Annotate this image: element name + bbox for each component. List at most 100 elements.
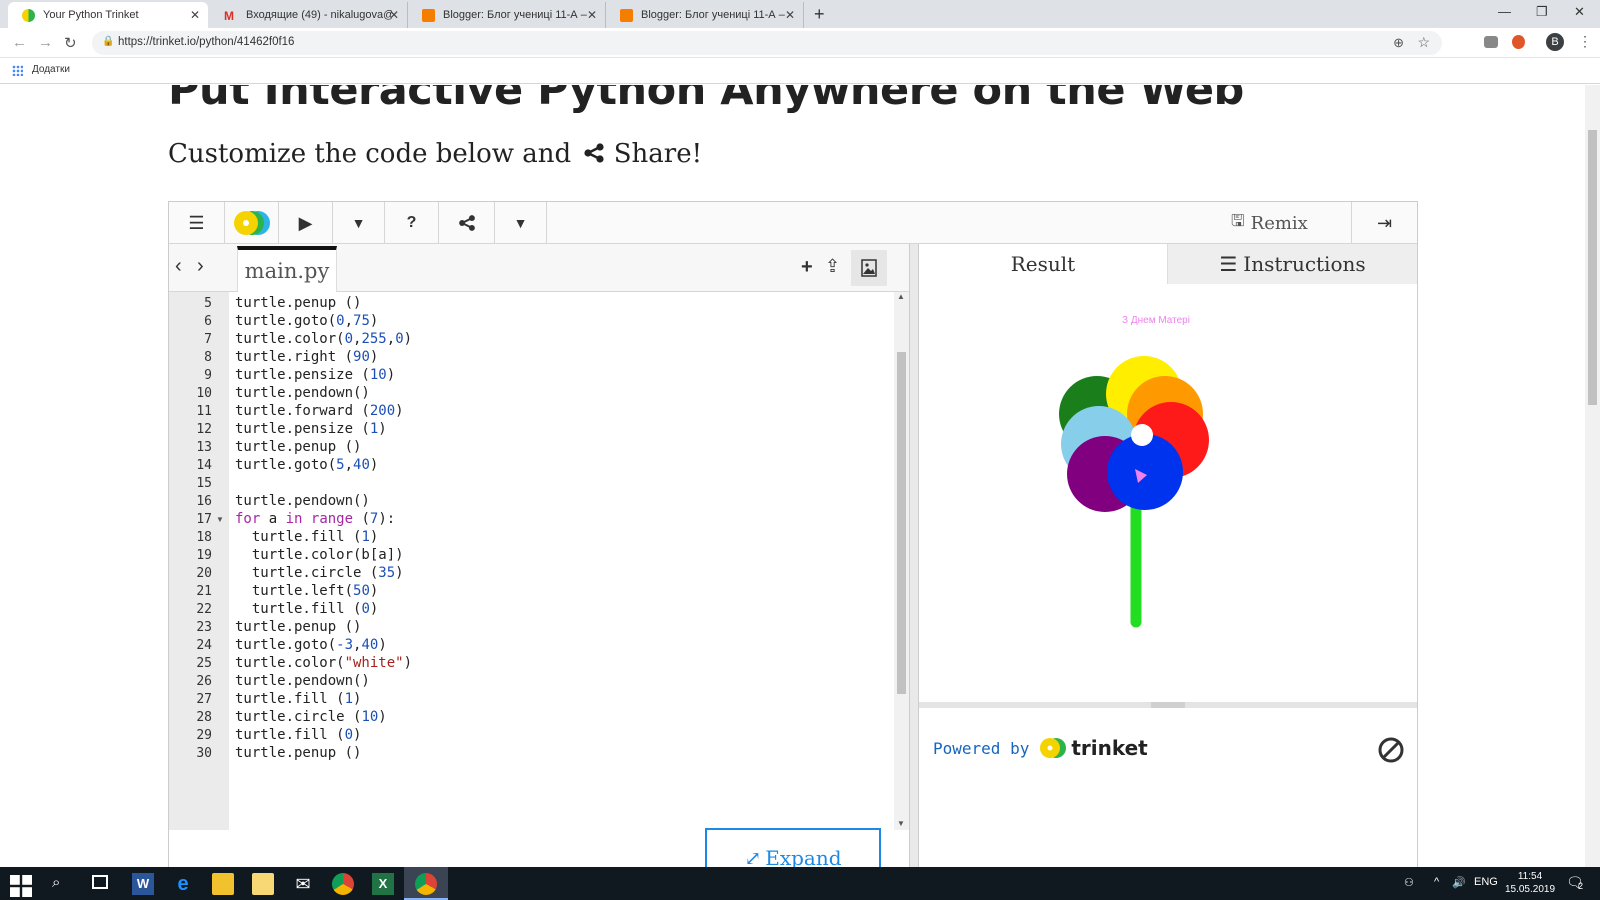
language-indicator[interactable]: ENG <box>1474 876 1498 888</box>
powered-by-trinket-link[interactable]: Powered by trinket <box>933 736 1148 760</box>
trinket-favicon-icon <box>22 8 35 22</box>
prev-file-icon[interactable]: ‹ <box>175 255 182 278</box>
image-library-button[interactable] <box>851 250 887 286</box>
apps-bookmark-label[interactable]: Додатки <box>32 64 70 75</box>
tab-close-icon[interactable]: ✕ <box>190 8 200 22</box>
windows-start-icon[interactable] <box>10 875 32 897</box>
line-number: 10 <box>196 386 212 401</box>
share-button[interactable] <box>439 202 495 244</box>
line-number: 5 <box>204 296 212 311</box>
remix-button[interactable]: 🖫 Remix <box>1231 202 1308 244</box>
clock[interactable]: 11:54 15.05.2019 <box>1504 870 1556 896</box>
bookmark-star-icon[interactable]: ☆ <box>1417 34 1430 51</box>
hamburger-icon: ☰ <box>188 212 205 233</box>
page-subtitle: Customize the code below and Share! <box>168 139 702 169</box>
browser-tab-trinket[interactable]: Your Python Trinket ✕ <box>8 2 208 28</box>
menu-button[interactable]: ☰ <box>169 202 225 244</box>
run-options-dropdown[interactable]: ▼ <box>333 202 385 244</box>
line-number: 8 <box>204 350 212 365</box>
trinket-logo-icon <box>1040 738 1067 758</box>
next-file-icon[interactable]: › <box>197 255 204 278</box>
code-area[interactable]: turtle.penup () turtle.goto(0,75) turtle.c… <box>229 292 894 830</box>
extension-icon[interactable] <box>1484 36 1498 48</box>
excel-icon[interactable]: X <box>372 873 394 895</box>
apps-grid-icon[interactable] <box>12 65 23 76</box>
profile-avatar[interactable]: B <box>1546 33 1564 51</box>
close-window-icon[interactable]: ✕ <box>1574 4 1585 20</box>
login-button[interactable]: ⇥ <box>1351 202 1417 244</box>
word-icon[interactable]: W <box>132 873 154 895</box>
browser-tab-blogger-1[interactable]: Blogger: Блог учениці 11-А – Вс ✕ <box>408 2 606 28</box>
scroll-up-icon[interactable]: ▲ <box>897 292 905 301</box>
edge-icon[interactable]: e <box>172 873 194 895</box>
tab-close-icon[interactable]: ✕ <box>587 8 597 22</box>
help-button[interactable]: ? <box>385 202 439 244</box>
tab-close-icon[interactable]: ✕ <box>785 8 795 22</box>
pane-resize-handle[interactable] <box>909 244 919 867</box>
search-icon[interactable]: ⌕ <box>52 874 60 891</box>
store-icon[interactable] <box>212 873 234 895</box>
code-line: turtle.fill (0) <box>235 601 379 617</box>
canvas-resize-handle[interactable] <box>1151 702 1185 708</box>
volume-icon[interactable]: 🔊 <box>1452 876 1466 889</box>
trinket-brand: trinket <box>1071 736 1148 760</box>
zoom-icon[interactable]: ⊕ <box>1393 35 1404 51</box>
line-number-gutter: 5 6 7 8 9 10 11 12 13 14 15 16 17 ▼ 18 19 20 21 22 23 24 25 26… <box>169 292 229 830</box>
stop-icon[interactable] <box>1377 736 1405 764</box>
editor-scroll-thumb[interactable] <box>897 352 906 694</box>
restore-icon[interactable]: ❐ <box>1536 4 1548 20</box>
upload-icon[interactable]: ⇪ <box>825 256 840 277</box>
tab-instructions[interactable]: ☰ Instructions <box>1167 244 1417 284</box>
code-line: turtle.goto(0,75) <box>235 313 379 329</box>
new-tab-icon[interactable]: + <box>814 4 825 25</box>
chrome-active-taskbar-button[interactable] <box>404 867 448 900</box>
browser-tab-blogger-2[interactable]: Blogger: Блог учениці 11-А – Из ✕ <box>606 2 804 28</box>
reload-icon[interactable]: ↻ <box>64 34 77 52</box>
file-tab-main[interactable]: main.py <box>237 246 337 292</box>
url-text: https://trinket.io/python/41462f0f16 <box>118 36 295 48</box>
address-bar[interactable]: 🔒 https://trinket.io/python/41462f0f16 ⊕… <box>92 31 1442 55</box>
tray-expand-icon[interactable]: ^ <box>1434 876 1439 888</box>
minimize-icon[interactable]: — <box>1498 4 1511 19</box>
turtle-flower-drawing <box>1059 356 1209 628</box>
play-icon: ▶ <box>298 212 313 233</box>
line-number: 9 <box>204 368 212 383</box>
file-explorer-icon[interactable] <box>252 873 274 895</box>
task-view-icon[interactable] <box>92 875 108 889</box>
line-number: 16 <box>196 494 212 509</box>
code-line: turtle.right (90) <box>235 349 379 365</box>
menu-dots-icon[interactable]: ⋮ <box>1578 33 1592 50</box>
powered-by-footer: Powered by trinket <box>919 714 1417 867</box>
line-number: 29 <box>196 728 212 743</box>
fold-toggle-icon[interactable]: ▼ <box>216 515 224 524</box>
browser-tab-gmail[interactable]: M Входящие (49) - nikalugova@gmail.com ✕ <box>210 2 408 28</box>
editor-scrollbar[interactable]: ▲ ▼ <box>894 292 909 830</box>
mail-icon[interactable]: ✉ <box>292 873 314 895</box>
share-label: Share! <box>613 139 703 169</box>
run-button[interactable]: ▶ <box>279 202 333 244</box>
instructions-label: Instructions <box>1243 252 1366 276</box>
back-icon[interactable]: ← <box>12 34 27 51</box>
tab-result[interactable]: Result <box>919 244 1167 284</box>
share-icon <box>458 215 475 231</box>
line-number: 22 <box>196 602 212 617</box>
sign-in-icon: ⇥ <box>1376 212 1393 233</box>
expand-button[interactable]: ⤢ Expand <box>705 828 881 867</box>
chrome-icon[interactable] <box>332 873 354 895</box>
output-tabs: Result ☰ Instructions <box>919 244 1417 284</box>
people-icon[interactable]: ⚇ <box>1404 876 1414 889</box>
scroll-down-icon[interactable]: ▼ <box>897 819 905 828</box>
code-line: turtle.pensize (10) <box>235 367 396 383</box>
forward-icon[interactable]: → <box>38 34 53 51</box>
share-options-dropdown[interactable]: ▼ <box>495 202 547 244</box>
save-icon: 🖫 <box>1231 210 1245 230</box>
canvas-greeting-text: З Днем Матері <box>1122 315 1190 326</box>
code-line: turtle.pendown() <box>235 673 370 689</box>
trinket-logo-button[interactable] <box>225 202 279 244</box>
output-pane: Result ☰ Instructions З Днем Матері Powe… <box>919 244 1417 867</box>
page-scrollbar[interactable] <box>1585 85 1600 867</box>
page-scroll-thumb[interactable] <box>1588 130 1597 405</box>
add-file-icon[interactable]: + <box>801 256 813 279</box>
extension-fire-icon[interactable] <box>1512 35 1525 49</box>
tab-close-icon[interactable]: ✕ <box>389 8 399 22</box>
